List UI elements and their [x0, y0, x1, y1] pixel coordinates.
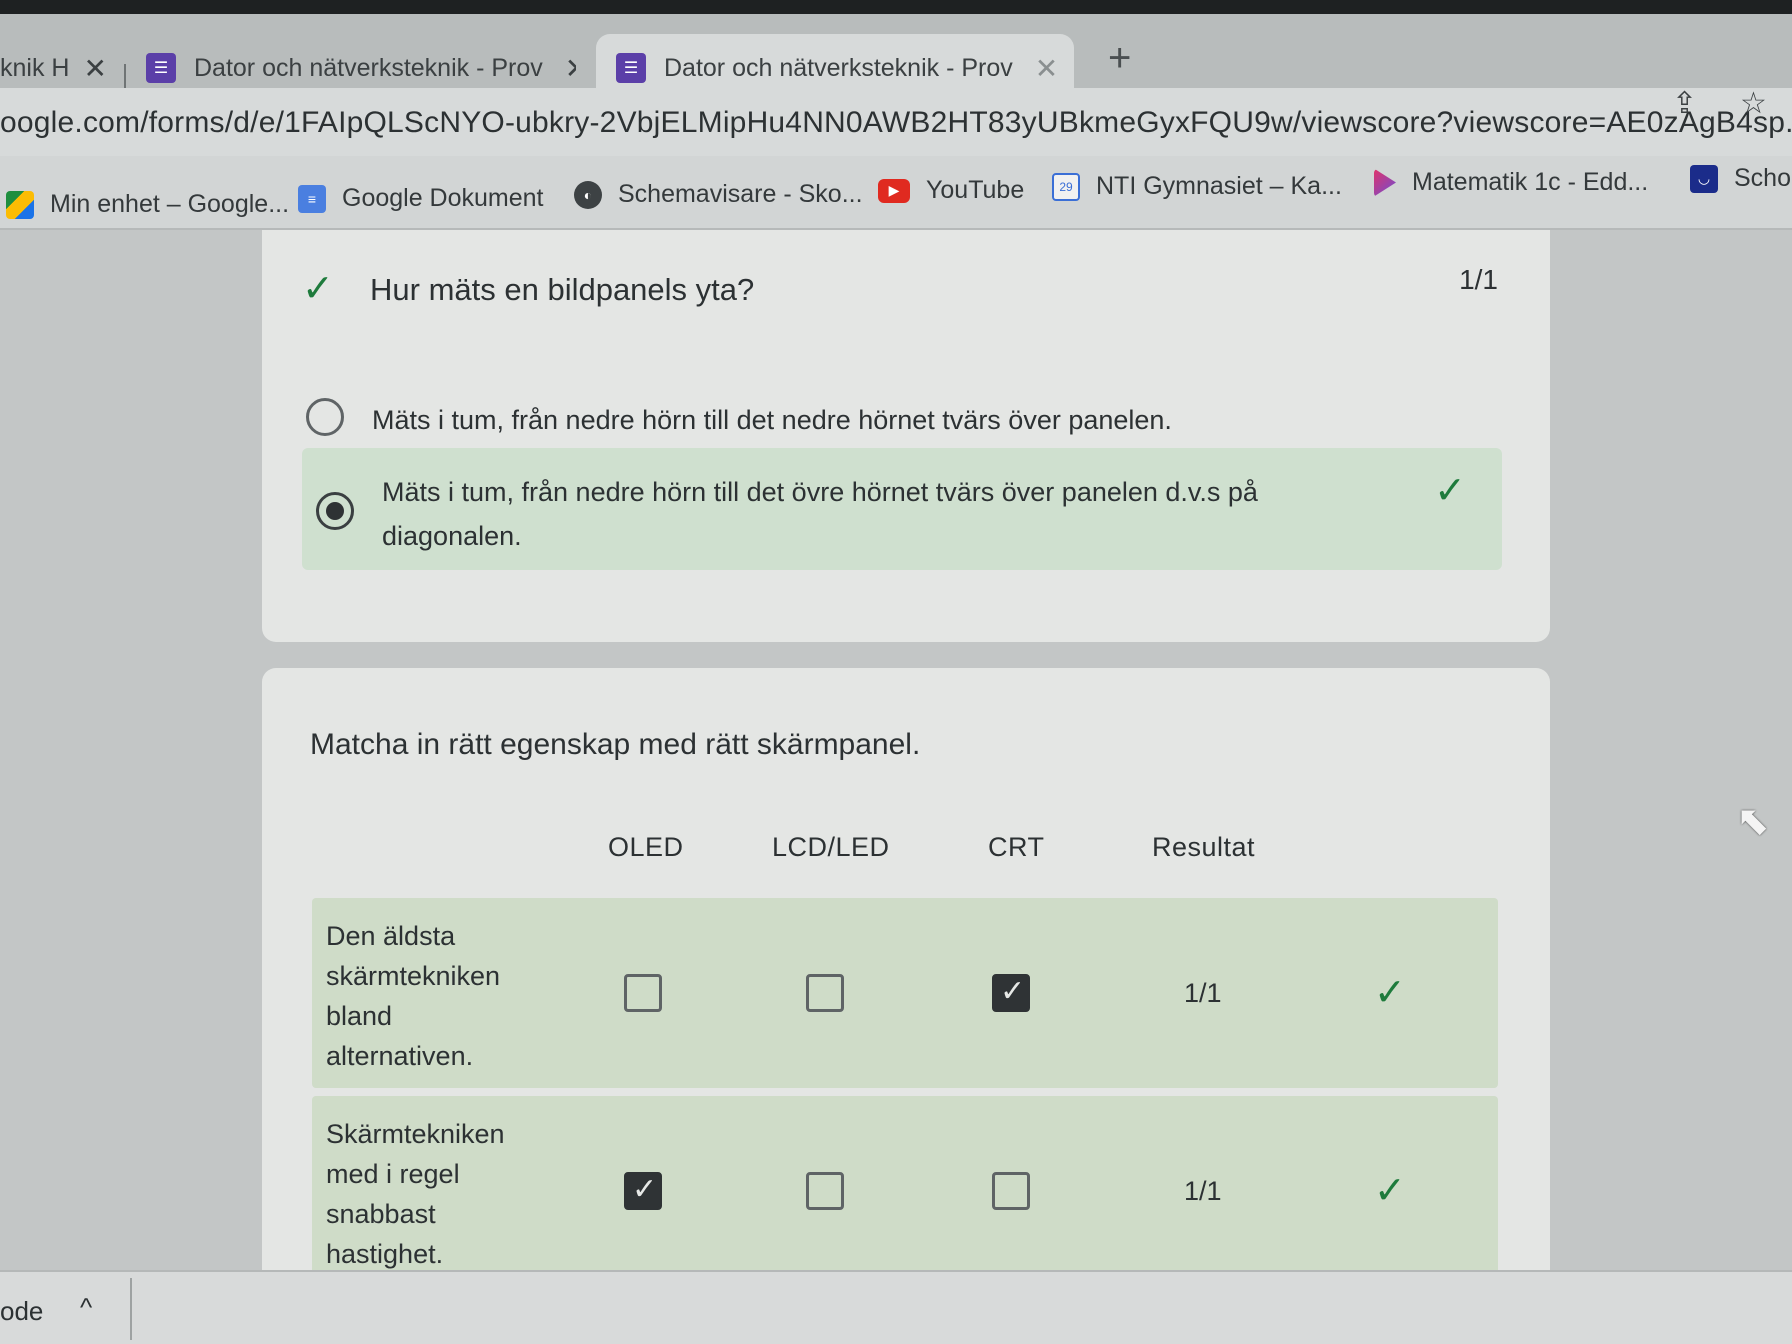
- bookmark-label: NTI Gymnasiet – Ka...: [1096, 172, 1342, 200]
- bookmark-docs[interactable]: ≡ Google Dokument: [298, 184, 544, 213]
- radio-button-selected[interactable]: [316, 492, 354, 530]
- row-score: 1/1: [1184, 978, 1222, 1008]
- address-bar[interactable]: oogle.com/forms/d/e/1FAIpQLScNYO-ubkry-2…: [0, 88, 1792, 156]
- download-bar: ode ^: [0, 1270, 1792, 1344]
- bookmark-label: Matematik 1c - Edd...: [1412, 168, 1649, 196]
- download-item-label[interactable]: ode: [0, 1296, 43, 1327]
- column-header: LCD/LED: [772, 832, 890, 862]
- calendar-icon: 29: [1052, 172, 1080, 201]
- close-icon[interactable]: ✕: [1035, 52, 1058, 85]
- url-text[interactable]: oogle.com/forms/d/e/1FAIpQLScNYO-ubkry-2…: [0, 106, 1792, 140]
- check-icon: ✓: [1434, 470, 1466, 512]
- column-header: CRT: [988, 832, 1045, 862]
- chevron-up-icon[interactable]: ^: [80, 1292, 92, 1323]
- row-label: Skärmtekniken med i regel snabbast hasti…: [326, 1119, 505, 1269]
- check-icon: ✓: [1374, 1170, 1406, 1212]
- bookmark-label: Schemavisare - Sko...: [618, 180, 863, 208]
- bookmark-label: Google Dokument: [342, 184, 544, 212]
- bookmark-schema[interactable]: ◐ Schemavisare - Sko...: [574, 180, 863, 209]
- option-text: Mäts i tum, från nedre hörn till det övr…: [382, 477, 1258, 551]
- question-card-1: ✓ Hur mäts en bildpanels yta? 1/1 Mäts i…: [262, 230, 1550, 642]
- column-header: OLED: [608, 832, 684, 862]
- bookmarks-bar: Min enhet – Google... ≡ Google Dokument …: [0, 156, 1792, 230]
- mouse-cursor-icon: ⬉: [1736, 799, 1770, 843]
- row-label: Den äldsta skärmtekniken bland alternati…: [326, 921, 501, 1071]
- check-icon: ✓: [302, 268, 334, 310]
- question-score: 1/1: [1459, 264, 1498, 295]
- drive-icon: [6, 190, 34, 219]
- bookmark-drive[interactable]: Min enhet – Google...: [6, 190, 289, 219]
- grid-row: Skärmtekniken med i regel snabbast hasti…: [312, 1096, 1498, 1286]
- bookmark-label: Min enhet – Google...: [50, 190, 290, 218]
- question-title: Matcha in rätt egenskap med rätt skärmpa…: [310, 728, 921, 761]
- checkbox-lcd-led[interactable]: [806, 974, 844, 1012]
- tab-label: Dator och nätverksteknik - Prov: [664, 53, 1013, 82]
- school-icon: ◡: [1690, 164, 1718, 193]
- divider: [130, 1278, 132, 1340]
- close-icon[interactable]: ✕: [83, 52, 106, 85]
- question-title: Hur mäts en bildpanels yta?: [370, 272, 755, 307]
- forms-icon: ☰: [146, 53, 176, 83]
- bookmark-matematik[interactable]: Matematik 1c - Edd...: [1374, 168, 1648, 197]
- checkbox-oled-checked[interactable]: [624, 1172, 662, 1210]
- globe-icon: ◐: [574, 180, 602, 209]
- row-score: 1/1: [1184, 1176, 1222, 1206]
- question-card-2: Matcha in rätt egenskap med rätt skärmpa…: [262, 668, 1550, 1288]
- answer-option[interactable]: Mäts i tum, från nedre hörn till det ned…: [306, 398, 1502, 442]
- new-tab-button[interactable]: +: [1108, 36, 1131, 81]
- flag-icon: [1374, 168, 1396, 197]
- checkbox-crt-checked[interactable]: [992, 974, 1030, 1012]
- form-page: ✓ Hur mäts en bildpanels yta? 1/1 Mäts i…: [0, 230, 1792, 1288]
- bookmark-youtube[interactable]: ▶ YouTube: [878, 176, 1024, 205]
- checkbox-oled[interactable]: [624, 974, 662, 1012]
- docs-icon: ≡: [298, 184, 326, 213]
- bookmark-label: YouTube: [926, 176, 1025, 204]
- bookmark-school[interactable]: ◡ Scho: [1690, 164, 1791, 193]
- option-text: Mäts i tum, från nedre hörn till det ned…: [372, 405, 1172, 435]
- bookmark-nti[interactable]: 29 NTI Gymnasiet – Ka...: [1052, 172, 1342, 201]
- checkbox-crt[interactable]: [992, 1172, 1030, 1210]
- close-icon[interactable]: ✕: [565, 52, 576, 85]
- tab-label: Dator och nätverksteknik - Prov: [194, 53, 543, 82]
- forms-icon: ☰: [616, 53, 646, 83]
- tab-strip: knik H ✕ ☰ Dator och nätverksteknik - Pr…: [0, 0, 1792, 102]
- grid-row: Den äldsta skärmtekniken bland alternati…: [312, 898, 1498, 1088]
- tab-label: knik H: [0, 53, 70, 82]
- radio-button[interactable]: [306, 398, 344, 436]
- star-icon[interactable]: ☆: [1740, 86, 1767, 121]
- share-icon[interactable]: ⇪: [1672, 86, 1697, 121]
- answer-option-selected[interactable]: Mäts i tum, från nedre hörn till det övr…: [302, 448, 1502, 570]
- column-header: Resultat: [1152, 832, 1256, 862]
- checkbox-lcd-led[interactable]: [806, 1172, 844, 1210]
- bookmark-label: Scho: [1734, 164, 1791, 192]
- check-icon: ✓: [1374, 972, 1406, 1014]
- youtube-icon: ▶: [878, 178, 910, 203]
